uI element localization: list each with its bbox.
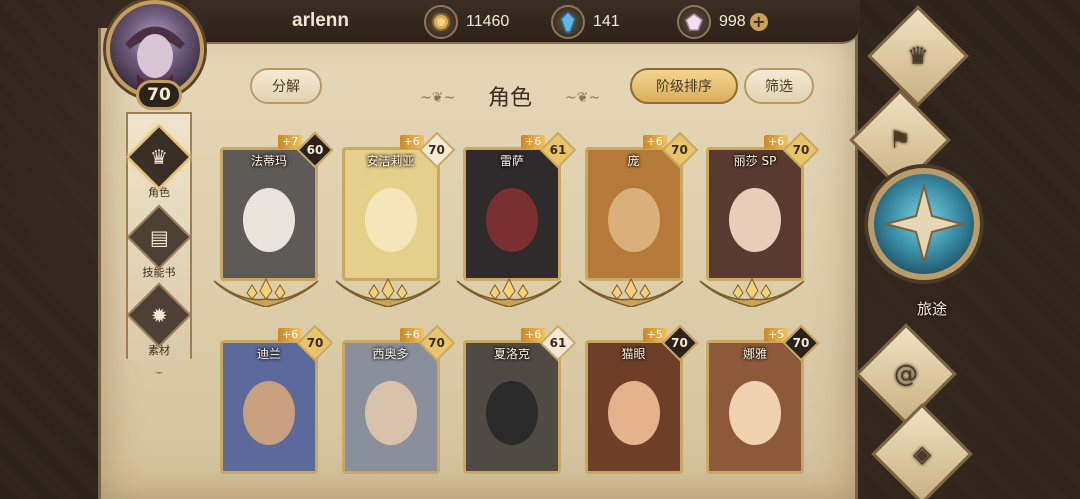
hero-rank-wings	[577, 273, 685, 308]
hero-card[interactable]: 安洁莉亚	[341, 147, 440, 281]
hero-rank-wings	[334, 273, 442, 308]
market-button[interactable]: ◈ 市集	[871, 403, 973, 499]
journey-icon	[882, 182, 966, 266]
hero-level: 60	[306, 143, 324, 157]
hero-rank-wings	[455, 273, 563, 308]
player-name: arlenn	[292, 10, 350, 31]
resource-gem: 998 +	[677, 5, 768, 39]
hero-portrait	[466, 150, 558, 278]
hero-level: 70	[671, 143, 688, 157]
resource-coin: 11460	[424, 5, 509, 39]
hero-portrait	[587, 150, 680, 278]
side-nav-item-skillbook[interactable]: ▤ 技能书	[126, 204, 192, 280]
hero-portrait	[587, 343, 680, 471]
hero-portrait	[223, 150, 315, 278]
hero-level: 70	[306, 336, 324, 350]
side-nav-item-roles[interactable]: ♛ 角色	[126, 124, 192, 200]
hero-level: 70	[428, 336, 445, 350]
player-avatar[interactable]: 70	[100, 0, 210, 112]
hero-card[interactable]: 娜雅	[706, 340, 804, 474]
hero-card[interactable]: 迪兰	[220, 340, 318, 474]
beast-icon: ✹	[126, 282, 192, 348]
hero-level: 70	[671, 336, 688, 350]
add-gem-button[interactable]: +	[749, 13, 768, 31]
endow-soul-button[interactable]: @ 赋魂	[855, 323, 957, 425]
journey-button[interactable]	[868, 168, 980, 280]
hero-level: 70	[792, 143, 810, 157]
guild-button[interactable]: ⚑ 公会	[849, 89, 951, 191]
hero-card[interactable]: 丽莎 SP	[706, 147, 804, 281]
hero-portrait	[344, 150, 437, 278]
wings-icon	[577, 277, 684, 308]
sort-by-rank-button[interactable]: 阶级排序	[630, 68, 738, 104]
hero-card[interactable]: 猫眼	[584, 340, 683, 474]
decompose-button[interactable]: 分解	[250, 68, 322, 104]
title-ornament-right: ~❦~	[565, 90, 601, 106]
wings-icon	[213, 277, 319, 308]
hero-rank-wings	[212, 273, 320, 308]
page-title: 角色	[487, 86, 532, 111]
crystal-value: 141	[593, 13, 620, 30]
coin-value: 11460	[466, 13, 510, 30]
journey-label: 旅途	[916, 300, 947, 318]
hero-card[interactable]: 夏洛克	[463, 340, 561, 474]
hero-card[interactable]: 庞	[584, 147, 683, 281]
player-level: 70	[136, 80, 182, 110]
hero-rank-wings	[698, 273, 806, 308]
hero-card[interactable]: 法蒂玛	[220, 147, 318, 281]
helmet-icon: ♛	[126, 124, 192, 190]
filter-button[interactable]: 筛选	[744, 68, 814, 104]
crystal-icon	[551, 5, 585, 39]
book-icon: ▤	[126, 204, 192, 270]
hero-portrait	[223, 343, 315, 471]
hero-portrait	[344, 343, 437, 471]
soul-book-button[interactable]: ♛ 魂册	[867, 5, 969, 107]
side-nav: ♛ 角色 ▤ 技能书 ✹ 素材	[126, 112, 192, 374]
resource-crystal: 141	[551, 5, 620, 39]
gem-value: 998	[719, 13, 746, 30]
wings-icon	[456, 277, 562, 308]
wings-icon	[699, 277, 805, 308]
hero-level: 70	[792, 336, 810, 350]
coin-icon	[424, 5, 458, 39]
title-ornament-left: ~❦~	[420, 90, 456, 106]
hero-level: 70	[428, 143, 445, 157]
hero-portrait	[466, 343, 558, 471]
hero-level: 61	[549, 143, 567, 157]
wings-icon	[334, 277, 441, 308]
hero-card[interactable]: 西奥多	[341, 340, 440, 474]
hero-portrait	[709, 343, 801, 471]
side-nav-item-materials[interactable]: ✹ 素材	[126, 282, 192, 358]
hero-level: 61	[549, 336, 567, 350]
hero-portrait	[709, 150, 801, 278]
gem-icon	[677, 5, 711, 39]
hero-card[interactable]: 雷萨	[463, 147, 561, 281]
